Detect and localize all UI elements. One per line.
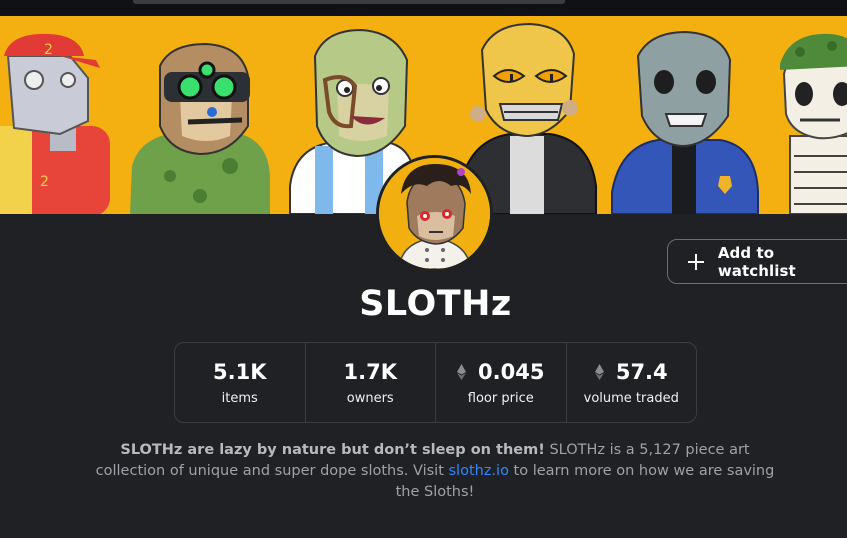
stat-label: items (221, 390, 258, 406)
stats-panel: 5.1K items 1.7K owners 0.045 floor price… (174, 342, 697, 423)
stat-floor-price: 0.045 floor price (436, 343, 567, 422)
ethereum-icon (594, 363, 604, 380)
watchlist-label: Add to watchlist (717, 243, 796, 280)
description-bold: SLOTHz are lazy by nature but don’t slee… (120, 442, 545, 458)
svg-text:2: 2 (44, 42, 53, 58)
stat-value: 0.045 (457, 360, 544, 384)
owners-count: 1.7K (343, 359, 397, 384)
plus-icon (688, 253, 704, 270)
stat-label: volume traded (583, 390, 679, 406)
stat-items: 5.1K items (175, 343, 306, 422)
banner-sloth-goggles (130, 42, 270, 214)
address-bar[interactable] (133, 0, 565, 4)
floor-price-value: 0.045 (478, 359, 545, 384)
volume-traded-value: 57.4 (615, 359, 668, 384)
ethereum-icon (457, 363, 467, 380)
stat-label: owners (346, 390, 394, 406)
stat-owners: 1.7K owners (306, 343, 436, 422)
stat-value: 57.4 (594, 359, 668, 384)
stat-value: 1.7K (344, 360, 397, 384)
stat-volume-traded: 57.4 volume traded (567, 343, 697, 422)
items-count: 5.1K (213, 359, 267, 384)
collection-description: SLOTHz are lazy by nature but don’t slee… (90, 440, 780, 503)
banner-sloth-robot: 2 2 (0, 33, 110, 214)
banner-sloth-skeleton (780, 33, 847, 214)
svg-text:2: 2 (40, 174, 49, 190)
website-link[interactable]: slothz.io (449, 463, 509, 479)
banner-sloth-police (611, 30, 759, 214)
browser-top-bar (0, 0, 847, 16)
add-to-watchlist-button[interactable]: Add to watchlist (667, 239, 847, 284)
stat-label: floor price (467, 390, 534, 406)
stat-value: 5.1K (213, 360, 266, 384)
collection-avatar (376, 155, 493, 272)
collection-title: SLOTHz (359, 284, 512, 324)
